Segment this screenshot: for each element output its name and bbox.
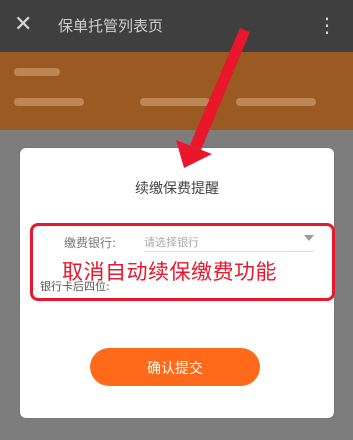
close-icon[interactable]: ✕ [14,12,32,38]
dialog-title: 续缴保费提醒 [135,181,219,197]
top-nav-bar: ✕ 保单托管列表页 ⋮ [0,0,353,52]
confirm-submit-button[interactable]: 确认提交 [90,348,260,386]
blurred-text [140,98,210,106]
policy-summary-band [0,52,353,130]
blurred-text [14,98,84,106]
blurred-text [14,68,60,76]
page-title: 保单托管列表页 [58,17,164,35]
annotation-text: 取消自动续保缴费功能 [62,260,277,284]
more-icon[interactable]: ⋮ [317,12,337,38]
blurred-text [236,98,316,106]
